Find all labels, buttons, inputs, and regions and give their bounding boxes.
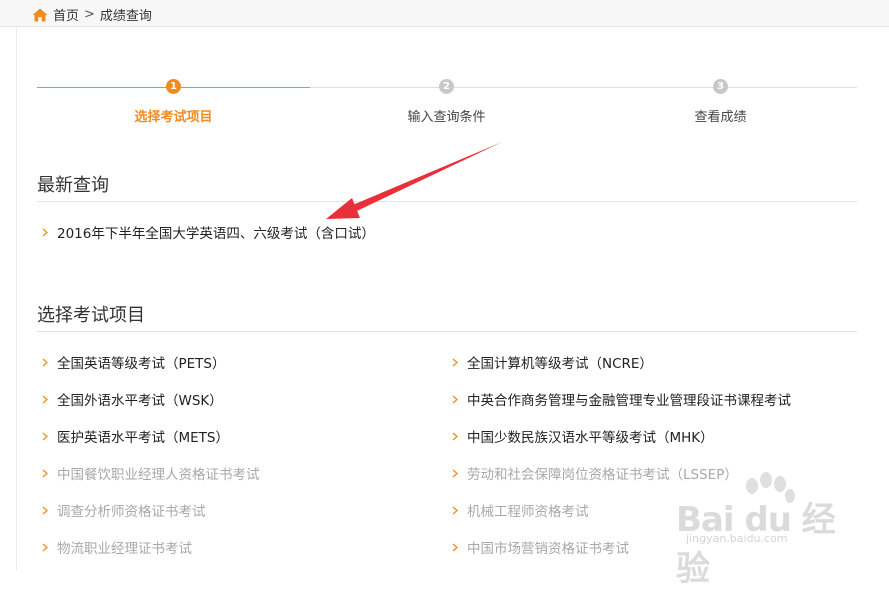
project-item-wsk[interactable]: 全国外语水平考试（WSK）	[42, 389, 223, 409]
panel-left-border	[16, 27, 17, 571]
chevron-right-icon	[42, 395, 48, 403]
recent-section-divider	[37, 201, 857, 202]
step-indicator: 1 选择考试项目 2 输入查询条件 3 查看成绩	[37, 78, 857, 128]
project-item-survey-analyst[interactable]: 调查分析师资格证书考试	[42, 500, 206, 520]
project-item-label: 中国市场营销资格证书考试	[467, 541, 629, 557]
home-icon[interactable]	[32, 8, 48, 22]
chevron-right-icon	[452, 395, 458, 403]
watermark-url: jingyan.baidu.com	[686, 532, 788, 545]
step-3: 3 查看成绩	[584, 78, 857, 125]
recent-section-title: 最新查询	[37, 175, 109, 196]
step-1: 1 选择考试项目	[37, 78, 310, 125]
projects-section-title: 选择考试项目	[37, 305, 145, 326]
breadcrumb-separator: >	[84, 7, 95, 22]
step-1-number: 1	[166, 79, 181, 94]
project-item-marketing[interactable]: 中国市场营销资格证书考试	[452, 537, 629, 557]
chevron-right-icon	[42, 469, 48, 477]
chevron-right-icon	[452, 358, 458, 366]
chevron-right-icon	[42, 506, 48, 514]
project-item-label: 中国少数民族汉语水平等级考试（MHK）	[467, 430, 714, 446]
chevron-right-icon	[452, 432, 458, 440]
recent-item-cet[interactable]: 2016年下半年全国大学英语四、六级考试（含口试）	[42, 222, 375, 242]
project-item-logistics-manager[interactable]: 物流职业经理证书考试	[42, 537, 192, 557]
chevron-right-icon	[42, 543, 48, 551]
project-item-pets[interactable]: 全国英语等级考试（PETS）	[42, 352, 226, 372]
step-2-number: 2	[439, 79, 454, 94]
top-bar: 首页 > 成绩查询	[0, 0, 889, 27]
project-item-label: 中国餐饮职业经理人资格证书考试	[57, 467, 260, 483]
project-item-mhk[interactable]: 中国少数民族汉语水平等级考试（MHK）	[452, 426, 714, 446]
step-1-label: 选择考试项目	[134, 110, 213, 125]
project-item-label: 机械工程师资格考试	[467, 504, 589, 520]
step-2-label: 输入查询条件	[407, 110, 486, 125]
project-item-mets[interactable]: 医护英语水平考试（METS）	[42, 426, 229, 446]
baidu-watermark: Bai du 经验 jingyan.baidu.com	[676, 472, 866, 589]
project-item-label: 医护英语水平考试（METS）	[57, 430, 229, 446]
project-item-label: 物流职业经理证书考试	[57, 541, 192, 557]
project-item-mechanical-engineer[interactable]: 机械工程师资格考试	[452, 500, 589, 520]
project-item-catering-manager[interactable]: 中国餐饮职业经理人资格证书考试	[42, 463, 260, 483]
chevron-right-icon	[42, 358, 48, 366]
project-item-sino-british-business[interactable]: 中英合作商务管理与金融管理专业管理段证书课程考试	[452, 389, 791, 409]
breadcrumb-current: 成绩查询	[99, 9, 152, 24]
chevron-right-icon	[42, 432, 48, 440]
project-item-label: 全国计算机等级考试（NCRE）	[467, 356, 653, 372]
breadcrumb: 首页 > 成绩查询	[32, 5, 152, 24]
chevron-right-icon	[42, 228, 48, 236]
project-item-ncre[interactable]: 全国计算机等级考试（NCRE）	[452, 352, 653, 372]
chevron-right-icon	[452, 543, 458, 551]
breadcrumb-home-link[interactable]: 首页	[53, 5, 79, 24]
projects-section-divider	[37, 331, 857, 332]
project-item-label: 全国英语等级考试（PETS）	[57, 356, 226, 372]
project-item-label: 全国外语水平考试（WSK）	[57, 393, 223, 409]
recent-item-label: 2016年下半年全国大学英语四、六级考试（含口试）	[57, 226, 375, 242]
step-2: 2 输入查询条件	[310, 78, 583, 125]
project-item-label: 中英合作商务管理与金融管理专业管理段证书课程考试	[467, 393, 791, 409]
chevron-right-icon	[452, 469, 458, 477]
step-3-number: 3	[713, 79, 728, 94]
chevron-right-icon	[452, 506, 458, 514]
project-item-label: 调查分析师资格证书考试	[57, 504, 206, 520]
step-3-label: 查看成绩	[694, 110, 747, 125]
